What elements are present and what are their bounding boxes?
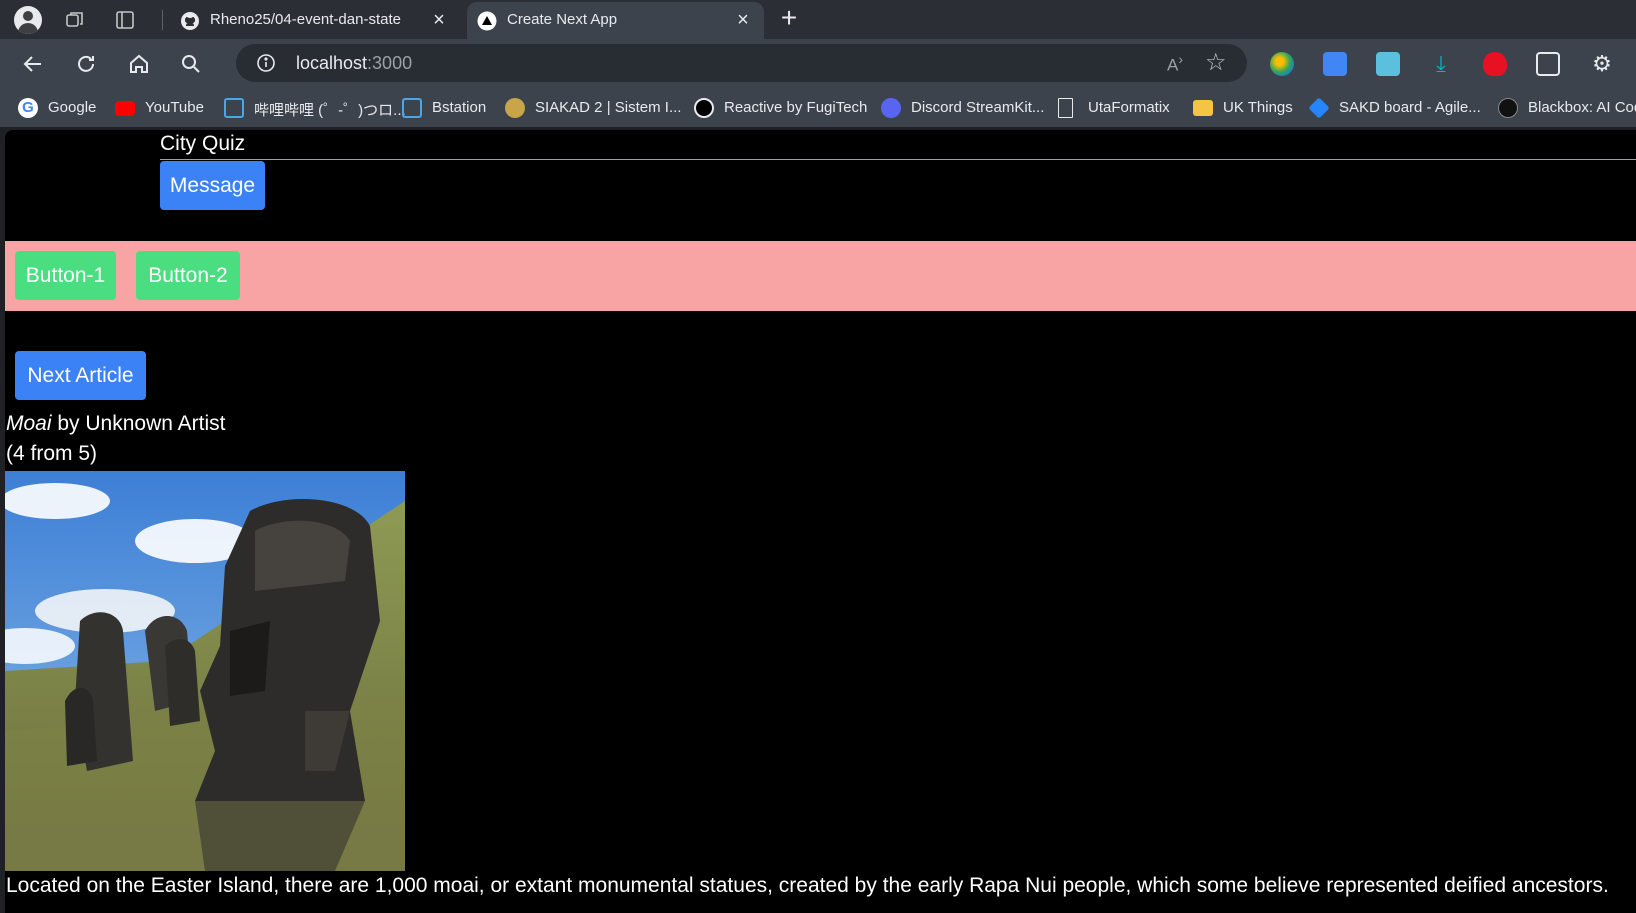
workspaces-icon[interactable] bbox=[64, 9, 86, 31]
tab-separator bbox=[162, 10, 163, 30]
artwork-artist: by Unknown Artist bbox=[51, 412, 226, 435]
bookmark-label: Discord StreamKit... bbox=[911, 99, 1045, 116]
download-icon[interactable]: ⤓ bbox=[1429, 52, 1453, 76]
bookmark-label: UK Things bbox=[1223, 99, 1293, 116]
google-translate-icon[interactable] bbox=[1323, 52, 1347, 76]
tab-close-icon[interactable]: × bbox=[430, 10, 448, 30]
bookmark-label: Blackbox: AI Cod bbox=[1528, 99, 1636, 116]
button-toolbar: Button-1 Button-2 bbox=[5, 241, 1636, 311]
favorite-star-icon[interactable]: ☆ bbox=[1205, 51, 1229, 75]
home-icon[interactable] bbox=[126, 51, 152, 77]
new-tab-plus-icon[interactable]: + bbox=[776, 4, 802, 32]
profile-avatar-icon[interactable] bbox=[14, 6, 42, 34]
youtube-icon bbox=[115, 101, 135, 116]
tab-create-next-app[interactable]: Create Next App × bbox=[467, 2, 764, 39]
bookmarks-bar: G Google YouTube 哔哩哔哩 (゜-゜)つロ... Bstatio… bbox=[0, 89, 1636, 127]
github-icon bbox=[181, 12, 199, 30]
browser-toolbar: localhost:3000 A› ☆ ⤓ ⚙ bbox=[0, 39, 1636, 89]
article-counter: (4 from 5) bbox=[6, 442, 98, 465]
tab-title: Create Next App bbox=[507, 11, 618, 28]
title-divider bbox=[160, 159, 1636, 160]
google-earth-icon[interactable] bbox=[1270, 52, 1294, 76]
quiz-title: City Quiz bbox=[160, 132, 246, 155]
document-icon bbox=[1058, 98, 1073, 118]
url-text: localhost:3000 bbox=[296, 53, 412, 74]
ublock-icon[interactable] bbox=[1483, 52, 1507, 76]
search-icon[interactable] bbox=[178, 51, 204, 77]
discord-icon bbox=[881, 98, 901, 118]
moai-photo bbox=[5, 471, 405, 871]
artwork-name: Moai bbox=[6, 412, 52, 435]
page-viewport: City Quiz Message Button-1 Button-2 Next… bbox=[5, 130, 1636, 913]
nextjs-icon bbox=[477, 11, 497, 31]
screenshot-icon[interactable] bbox=[1376, 52, 1400, 76]
bookmark-label: SAKD board - Agile... bbox=[1339, 99, 1481, 116]
jira-icon bbox=[1308, 97, 1330, 119]
vertical-tabs-icon[interactable] bbox=[114, 9, 136, 31]
blackbox-icon bbox=[1498, 98, 1518, 118]
url-port: :3000 bbox=[367, 53, 413, 73]
extensions-puzzle-icon[interactable]: ⚙ bbox=[1590, 52, 1614, 76]
bilibili-icon bbox=[224, 98, 244, 118]
button-1[interactable]: Button-1 bbox=[15, 251, 116, 300]
message-button[interactable]: Message bbox=[160, 161, 265, 210]
article-description: Located on the Easter Island, there are … bbox=[6, 874, 1609, 897]
google-icon: G bbox=[18, 98, 38, 118]
tab-title: Rheno25/04-event-dan-state bbox=[210, 11, 401, 28]
window-icon[interactable] bbox=[1536, 52, 1560, 76]
siakad-icon bbox=[505, 98, 525, 118]
bookmark-label: Google bbox=[48, 99, 97, 116]
folder-icon bbox=[1193, 100, 1213, 116]
bookmark-label: 哔哩哔哩 (゜-゜)つロ... bbox=[254, 102, 406, 119]
next-article-button[interactable]: Next Article bbox=[15, 351, 146, 400]
url-host: localhost bbox=[296, 53, 368, 73]
tab-strip: Rheno25/04-event-dan-state × Create Next… bbox=[0, 0, 1636, 39]
read-aloud-icon[interactable]: A› bbox=[1167, 52, 1189, 75]
bstation-icon bbox=[402, 98, 422, 118]
bookmark-label: YouTube bbox=[145, 99, 204, 116]
artwork-caption: Moai by Unknown Artist bbox=[6, 412, 225, 436]
button-2[interactable]: Button-2 bbox=[136, 251, 240, 300]
address-bar[interactable]: localhost:3000 A› ☆ bbox=[236, 44, 1247, 82]
site-info-icon[interactable] bbox=[256, 53, 276, 73]
reactive-icon bbox=[694, 98, 714, 118]
bookmark-label: SIAKAD 2 | Sistem I... bbox=[535, 99, 682, 116]
bookmark-label: Bstation bbox=[432, 99, 487, 116]
reload-icon[interactable] bbox=[73, 51, 99, 77]
tab-github[interactable]: Rheno25/04-event-dan-state × bbox=[170, 2, 460, 39]
tab-close-icon[interactable]: × bbox=[734, 10, 752, 30]
bookmark-label: Reactive by FugiTech bbox=[724, 99, 868, 116]
bookmark-label: UtaFormatix bbox=[1088, 99, 1170, 116]
back-arrow-icon[interactable] bbox=[20, 51, 46, 77]
